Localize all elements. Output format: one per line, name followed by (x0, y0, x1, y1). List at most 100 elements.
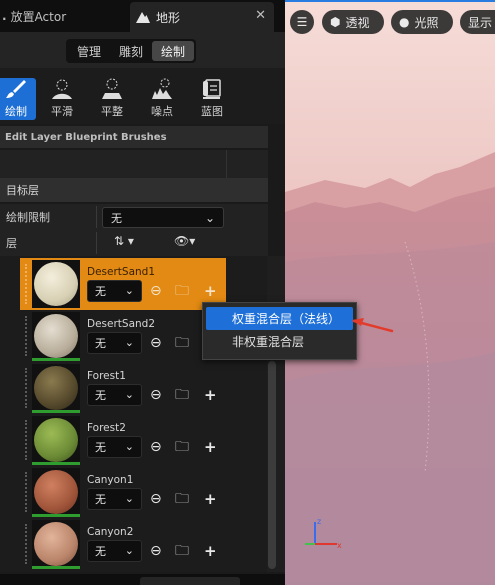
layer-thumbnail (32, 260, 80, 308)
layer-thumbnail (32, 468, 80, 516)
browse-folder-icon[interactable]: 🗀 (175, 335, 189, 351)
browse-folder-icon[interactable]: 🗀 (175, 439, 189, 455)
add-icon[interactable]: + (204, 491, 217, 507)
tab-place-actors[interactable]: . 放置Actor (0, 0, 128, 32)
layer-dropdown-value: 无 (95, 545, 106, 558)
drag-handle[interactable] (25, 524, 27, 564)
menu-item-weight-blended-layer[interactable]: 权重混合层（法线） (206, 307, 353, 330)
layer-dropdown[interactable]: 无 ⌄ (87, 488, 142, 510)
perspective-label: 透视 (345, 15, 370, 30)
tool-flatten-button[interactable]: 平整 (92, 78, 132, 120)
layer-item-forest2[interactable]: Forest2 无 ⌄ ⊖ 🗀 + (20, 414, 226, 466)
browse-folder-icon[interactable]: 🗀 (175, 387, 189, 403)
bottom-tab[interactable] (140, 577, 240, 585)
tool-paint-button[interactable]: 绘制 (0, 78, 36, 120)
brush-icon (6, 80, 26, 98)
drag-handle[interactable] (25, 420, 27, 460)
layer-dropdown[interactable]: 无 ⌄ (87, 384, 142, 406)
paint-restriction-dropdown[interactable]: 无 ⌄ (102, 207, 224, 228)
mode-manage-button[interactable]: 管理 (68, 41, 110, 61)
eye-icon[interactable]: 👁▾ (174, 234, 195, 248)
layer-item-canyon2[interactable]: Canyon2 无 ⌄ ⊖ 🗀 + (20, 518, 226, 570)
tab-place-actors-label: 放置Actor (10, 9, 67, 24)
tool-noise-button[interactable]: 噪点 (142, 78, 182, 120)
layer-weight-bar (32, 514, 80, 517)
cube-icon: ⬢ (330, 15, 341, 29)
annotation-arrow-icon (352, 318, 394, 333)
use-selected-icon[interactable]: ⊖ (150, 491, 162, 507)
use-selected-icon[interactable]: ⊖ (150, 283, 162, 299)
flatten-icon (102, 78, 122, 99)
svg-text:x: x (337, 541, 342, 550)
layer-thumbnail (32, 520, 80, 568)
mode-paint-button[interactable]: 绘制 (152, 41, 194, 61)
lit-mode-button[interactable]: ● 光照 (391, 10, 453, 34)
scrollbar-thumb[interactable] (268, 361, 276, 569)
layer-item-canyon1[interactable]: Canyon1 无 ⌄ ⊖ 🗀 + (20, 466, 226, 518)
landscape-panel: . 放置Actor 地形 ✕ 管理 雕刻 绘制 绘制 平滑 平整 噪点 蓝图 E… (0, 0, 285, 585)
layer-dropdown[interactable]: 无 ⌄ (87, 332, 142, 354)
tab-landscape[interactable]: 地形 ✕ (130, 2, 274, 32)
use-selected-icon[interactable]: ⊖ (150, 387, 162, 403)
axis-gizmo: z x (305, 517, 342, 550)
perspective-button[interactable]: ⬢ 透视 (322, 10, 384, 34)
noise-icon (152, 78, 172, 99)
hamburger-icon: ☰ (296, 15, 308, 29)
add-icon[interactable]: + (204, 387, 217, 403)
target-layers-heading[interactable]: 目标层 (0, 178, 268, 202)
layer-dropdown[interactable]: 无 ⌄ (87, 540, 142, 562)
layer-weight-bar (32, 462, 80, 465)
viewport-menu-button[interactable]: ☰ (290, 10, 314, 34)
layer-dropdown[interactable]: 无 ⌄ (87, 436, 142, 458)
tool-flatten-label: 平整 (101, 105, 123, 118)
chevron-down-icon: ⌄ (124, 492, 134, 505)
chevron-down-icon: ⌄ (124, 440, 134, 453)
layer-weight-bar (32, 410, 80, 413)
mode-sculpt-button[interactable]: 雕刻 (110, 41, 152, 61)
use-selected-icon[interactable]: ⊖ (150, 439, 162, 455)
layer-item-forest1[interactable]: Forest1 无 ⌄ ⊖ 🗀 + (20, 362, 226, 414)
close-icon[interactable]: ✕ (255, 8, 266, 23)
layer-name: DesertSand2 (87, 318, 156, 330)
use-selected-icon[interactable]: ⊖ (150, 335, 162, 351)
add-icon[interactable]: + (204, 283, 217, 299)
drag-handle[interactable] (25, 264, 27, 304)
layer-weight-bar (32, 566, 80, 569)
tool-blueprint-button[interactable]: 蓝图 (192, 78, 232, 120)
layer-item-desertsand1[interactable]: DesertSand1 无 ⌄ ⊖ 🗀 + (20, 258, 226, 310)
drag-handle[interactable] (25, 316, 27, 356)
browse-folder-icon[interactable]: 🗀 (175, 543, 189, 559)
layers-header-row: 层 ⇅ ▾ 👁▾ (0, 230, 268, 256)
drag-handle[interactable] (25, 368, 27, 408)
sort-icon[interactable]: ⇅ ▾ (114, 234, 134, 248)
tool-blueprint-label: 蓝图 (201, 105, 223, 118)
empty-property-row (0, 150, 268, 178)
layer-dropdown-value: 无 (95, 285, 106, 298)
show-label: 显示 (468, 15, 493, 30)
layer-thumbnail (32, 416, 80, 464)
level-viewport[interactable]: ☰ ⬢ 透视 ● 光照 显示 z x (285, 0, 495, 585)
paint-restriction-row: 绘制限制 无 ⌄ (0, 204, 268, 230)
blueprint-icon (203, 79, 221, 99)
use-selected-icon[interactable]: ⊖ (150, 543, 162, 559)
column-divider (96, 206, 97, 228)
drag-handle[interactable] (25, 472, 27, 512)
sphere-icon: ● (399, 15, 410, 29)
chevron-down-icon: ⌄ (124, 336, 134, 349)
tool-smooth-button[interactable]: 平滑 (42, 78, 82, 120)
layer-dropdown[interactable]: 无 ⌄ (87, 280, 142, 302)
layer-name: DesertSand1 (87, 266, 156, 278)
paint-restriction-value: 无 (111, 211, 122, 225)
layer-dropdown-value: 无 (95, 389, 106, 402)
add-icon[interactable]: + (204, 439, 217, 455)
show-button[interactable]: 显示 (460, 10, 495, 34)
layer-item-desertsand2[interactable]: DesertSand2 无⌄ ⊖ 🗀 + (20, 310, 226, 362)
browse-folder-icon[interactable]: 🗀 (175, 491, 189, 507)
section-edit-layer-blueprint-brushes[interactable]: Edit Layer Blueprint Brushes (0, 126, 268, 148)
add-icon[interactable]: + (204, 543, 217, 559)
bottom-strip (0, 574, 285, 585)
browse-folder-icon[interactable]: 🗀 (175, 283, 189, 299)
chevron-down-icon: ⌄ (124, 284, 134, 297)
terrain-view (285, 2, 495, 585)
menu-item-non-weight-blended-layer[interactable]: 非权重混合层 (206, 330, 353, 353)
